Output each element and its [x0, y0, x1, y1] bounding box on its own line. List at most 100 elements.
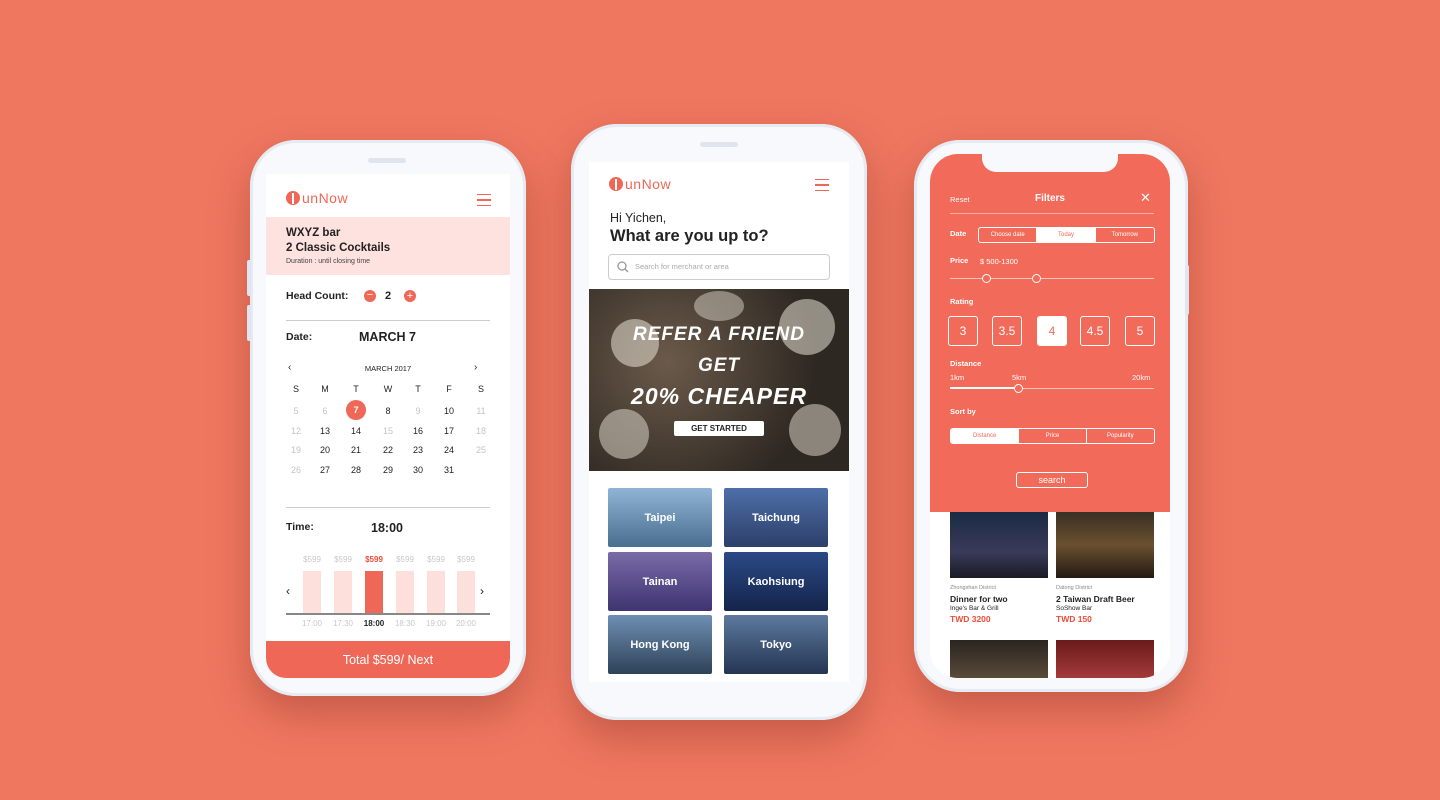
date-option-tomorrow[interactable]: Tomorrow: [1094, 228, 1154, 242]
get-started-button[interactable]: GET STARTED: [674, 421, 764, 436]
slot-bar[interactable]: [427, 571, 445, 613]
city-tile-tokyo[interactable]: Tokyo: [724, 615, 828, 674]
menu-icon[interactable]: [815, 179, 829, 191]
divider: [286, 320, 490, 321]
calendar-day[interactable]: 23: [408, 445, 428, 455]
next-month-icon[interactable]: ›: [474, 362, 477, 373]
time-prev-icon[interactable]: ‹: [286, 584, 290, 598]
slot-price: $599: [457, 555, 475, 564]
slot-time: 18:00: [363, 619, 385, 628]
calendar-day[interactable]: 8: [378, 406, 398, 416]
result-image[interactable]: [950, 512, 1048, 578]
search-input[interactable]: Search for merchant or area: [635, 262, 729, 271]
date-option-today[interactable]: Today: [1036, 228, 1095, 242]
city-tile-taichung[interactable]: Taichung: [724, 488, 828, 547]
calendar-day[interactable]: 31: [439, 465, 459, 475]
result-image[interactable]: [1056, 640, 1154, 678]
slot-bar[interactable]: [334, 571, 352, 613]
rating-option[interactable]: 3.5: [992, 316, 1022, 346]
result-price: TWD 3200: [950, 614, 991, 624]
date-segmented-control[interactable]: Choose date Today Tomorrow: [978, 227, 1155, 243]
calendar-day[interactable]: 11: [471, 406, 491, 416]
calendar-day[interactable]: 30: [408, 465, 428, 475]
logo-icon: [609, 177, 623, 191]
calendar-day[interactable]: 5: [286, 406, 306, 416]
next-button[interactable]: Total $599/ Next: [266, 641, 510, 678]
app-logo[interactable]: unNow: [286, 190, 348, 206]
headcount-decrement-button[interactable]: −: [364, 290, 376, 302]
result-title[interactable]: 2 Taiwan Draft Beer: [1056, 594, 1135, 604]
headline: What are you up to?: [610, 227, 769, 245]
calendar-day[interactable]: 22: [378, 445, 398, 455]
calendar-day[interactable]: 26: [286, 465, 306, 475]
calendar-day[interactable]: 12: [286, 426, 306, 436]
calendar-day[interactable]: 29: [378, 465, 398, 475]
city-tile-tainan[interactable]: Tainan: [608, 552, 712, 611]
banner-line-3: 20% CHEAPER: [631, 383, 807, 409]
result-venue: SoShow Bar: [1056, 605, 1093, 612]
rating-option[interactable]: 5: [1125, 316, 1155, 346]
slot-bar[interactable]: [396, 571, 414, 613]
calendar-day[interactable]: 15: [378, 426, 398, 436]
sort-segmented-control[interactable]: Distance Price Popularity: [950, 428, 1155, 444]
slot-bar[interactable]: [457, 571, 475, 613]
sort-option-price[interactable]: Price: [1018, 429, 1085, 443]
rating-label: Rating: [950, 297, 974, 306]
calendar-day[interactable]: 18: [471, 426, 491, 436]
price-slider-min-handle[interactable]: [982, 274, 991, 283]
logo-icon: [286, 191, 300, 205]
slot-bar[interactable]: [303, 571, 321, 613]
distance-slider-handle[interactable]: [1014, 384, 1023, 393]
sort-option-popularity[interactable]: Popularity: [1085, 429, 1154, 443]
calendar-day[interactable]: 27: [315, 465, 335, 475]
headcount-increment-button[interactable]: +: [404, 290, 416, 302]
calendar-day[interactable]: 16: [408, 426, 428, 436]
search-button[interactable]: search: [1016, 472, 1088, 488]
city-tile-hong-kong[interactable]: Hong Kong: [608, 615, 712, 674]
date-option-choose[interactable]: Choose date: [979, 228, 1036, 242]
price-slider-max-handle[interactable]: [1032, 274, 1041, 283]
calendar-day[interactable]: 6: [315, 406, 335, 416]
filters-screen: Zhongshan District Dinner for two Inge's…: [930, 154, 1170, 678]
close-icon[interactable]: ✕: [1140, 190, 1151, 206]
result-image[interactable]: [1056, 512, 1154, 578]
calendar-day[interactable]: 13: [315, 426, 335, 436]
calendar-day[interactable]: 14: [346, 426, 366, 436]
calendar-day[interactable]: 20: [315, 445, 335, 455]
prev-month-icon[interactable]: ‹: [288, 362, 291, 373]
rating-option[interactable]: 4.5: [1080, 316, 1110, 346]
calendar-day[interactable]: 7: [346, 400, 366, 420]
date-label: Date: [950, 229, 967, 238]
weekday-label: S: [292, 384, 299, 394]
city-tile-kaohsiung[interactable]: Kaohsiung: [724, 552, 828, 611]
search-field[interactable]: Search for merchant or area: [608, 254, 830, 280]
rating-option[interactable]: 3: [948, 316, 978, 346]
sort-option-distance[interactable]: Distance: [951, 429, 1019, 443]
divider: [950, 213, 1154, 214]
time-next-icon[interactable]: ›: [480, 584, 484, 598]
side-button: [247, 260, 251, 296]
calendar-day[interactable]: 28: [346, 465, 366, 475]
calendar-day[interactable]: 9: [408, 406, 428, 416]
result-image[interactable]: [950, 640, 1048, 678]
calendar-day[interactable]: 24: [439, 445, 459, 455]
venue-name: WXYZ bar: [286, 227, 341, 239]
menu-icon[interactable]: [477, 194, 491, 206]
calendar-day[interactable]: 10: [439, 406, 459, 416]
slot-bar[interactable]: [365, 571, 383, 613]
city-tile-taipei[interactable]: Taipei: [608, 488, 712, 547]
calendar: ‹ MARCH 2017 › S M T W T F S 5 6 7 8 9 10 11 12 13 14 15…: [266, 360, 510, 490]
divider: [286, 507, 490, 508]
price-slider-track[interactable]: [950, 278, 1154, 279]
app-logo[interactable]: unNow: [609, 176, 671, 192]
promo-banner[interactable]: REFER A FRIEND GET 20% CHEAPER GET START…: [589, 289, 849, 471]
calendar-day[interactable]: 17: [439, 426, 459, 436]
time-label: Time:: [286, 521, 314, 533]
greeting: Hi Yichen,: [610, 211, 667, 225]
result-title[interactable]: Dinner for two: [950, 594, 1008, 604]
calendar-day[interactable]: 25: [471, 445, 491, 455]
calendar-day[interactable]: 19: [286, 445, 306, 455]
distance-tick-min: 1km: [950, 373, 965, 382]
calendar-day[interactable]: 21: [346, 445, 366, 455]
rating-option[interactable]: 4: [1037, 316, 1067, 346]
